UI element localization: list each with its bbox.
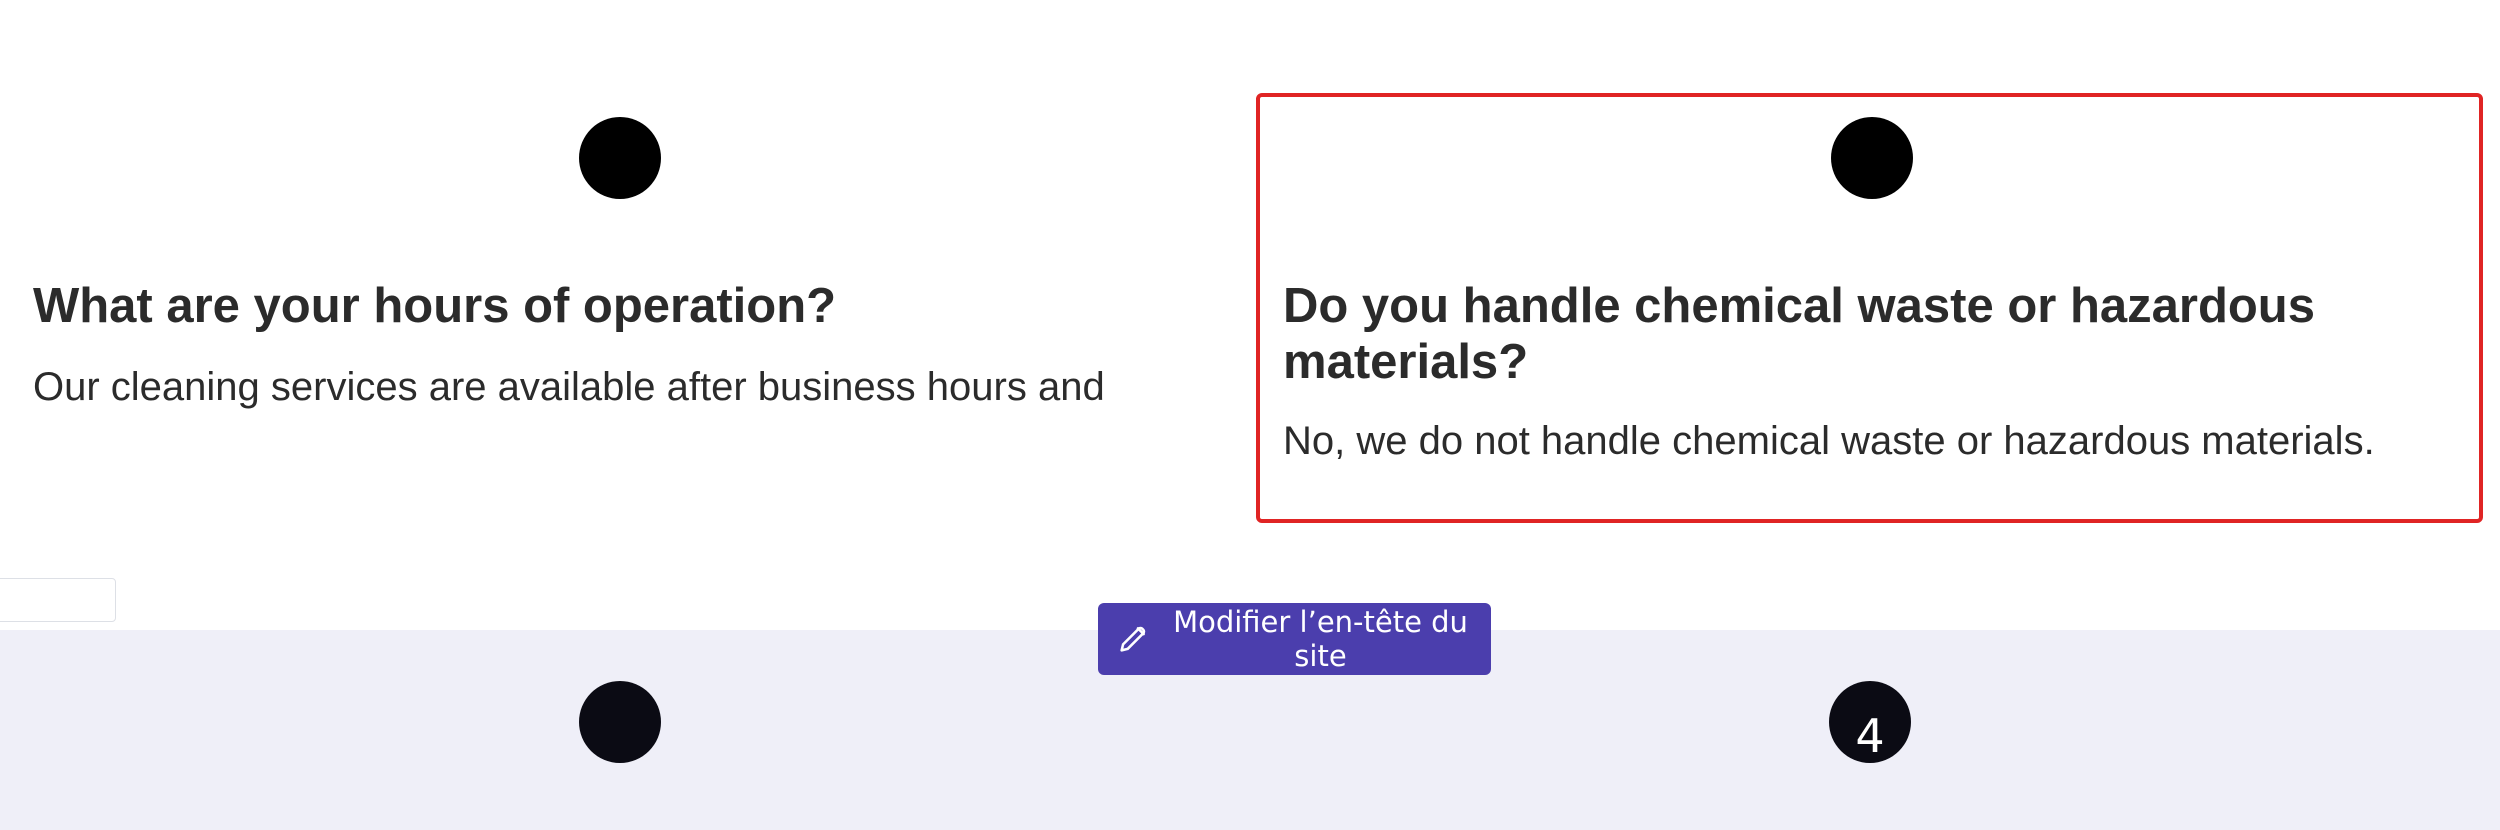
- faq-question: Do you handle chemical waste or hazardou…: [1283, 279, 2315, 389]
- faq-section: What are your hours of operation? Our cl…: [0, 0, 2500, 630]
- faq-dot-icon: [579, 117, 661, 199]
- circle-icon: [579, 681, 661, 763]
- faq-card-selected[interactable]: Do you handle chemical waste or hazardou…: [1256, 93, 2483, 523]
- faq-question: What are your hours of operation?: [33, 279, 837, 333]
- circle-number: 4: [1855, 709, 1885, 763]
- faq-card[interactable]: What are your hours of operation? Our cl…: [14, 93, 1241, 523]
- faq-dot-icon: [1831, 117, 1913, 199]
- numbered-circle-icon: 4: [1829, 681, 1911, 763]
- edit-site-header-label: Modifier l’en-tête du site: [1173, 605, 1468, 673]
- pencil-icon: [1120, 626, 1146, 652]
- left-edge-panel[interactable]: [0, 578, 116, 622]
- faq-answer: Our cleaning services are available afte…: [33, 365, 1105, 409]
- edit-site-header-button[interactable]: Modifier l’en-tête du site: [1098, 603, 1491, 675]
- faq-answer: No, we do not handle chemical waste or h…: [1283, 419, 2375, 463]
